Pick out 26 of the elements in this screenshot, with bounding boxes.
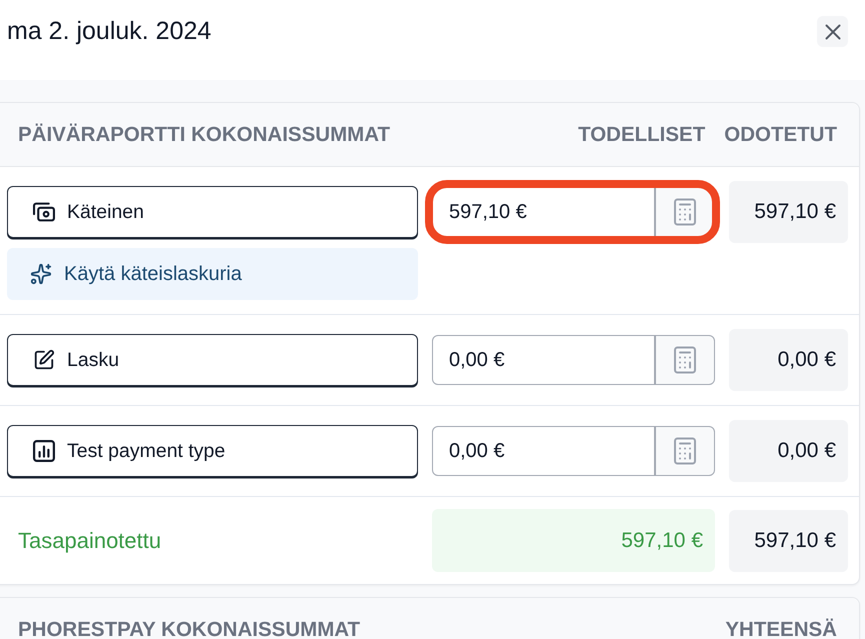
cash-counter-button[interactable]: Käytä käteislaskuria [7, 248, 418, 300]
column-header: ODOTETUT [724, 124, 837, 145]
amount-input[interactable]: 0,00 € [432, 426, 655, 476]
sparkles-icon [30, 263, 52, 285]
payment-type-button[interactable]: Käteinen [7, 186, 418, 238]
pen-square-icon [33, 349, 55, 371]
expected-amount: 0,00 € [729, 329, 848, 391]
total-expected-amount: 597,10 € [729, 510, 848, 572]
payment-type-button[interactable]: Test payment type [7, 425, 418, 477]
expected-amount: 597,10 € [729, 181, 848, 243]
section-heading: PÄIVÄRAPORTTI KOKONAISSUMMAT [18, 124, 392, 145]
column-header: TODELLISET [578, 124, 706, 145]
amount-input[interactable]: 597,10 € [432, 187, 655, 237]
section-heading: PHORESTPAY KOKONAISSUMMAT [18, 619, 362, 639]
dialog-title: ma 2. jouluk. 2024 [7, 16, 212, 46]
total-actual-amount: 597,10 € [432, 509, 715, 572]
bar-chart-icon [33, 440, 55, 462]
column-header: YHTEENSÄ [725, 619, 837, 639]
banknote-icon [33, 201, 55, 223]
calculator-button[interactable] [655, 426, 715, 476]
expected-amount: 0,00 € [729, 420, 848, 482]
payment-type-button[interactable]: Lasku [7, 334, 418, 386]
total-status-label: Tasapainotettu [18, 528, 162, 554]
calculator-button[interactable] [655, 335, 715, 385]
close-button[interactable] [817, 16, 848, 47]
amount-input[interactable]: 0,00 € [432, 335, 655, 385]
